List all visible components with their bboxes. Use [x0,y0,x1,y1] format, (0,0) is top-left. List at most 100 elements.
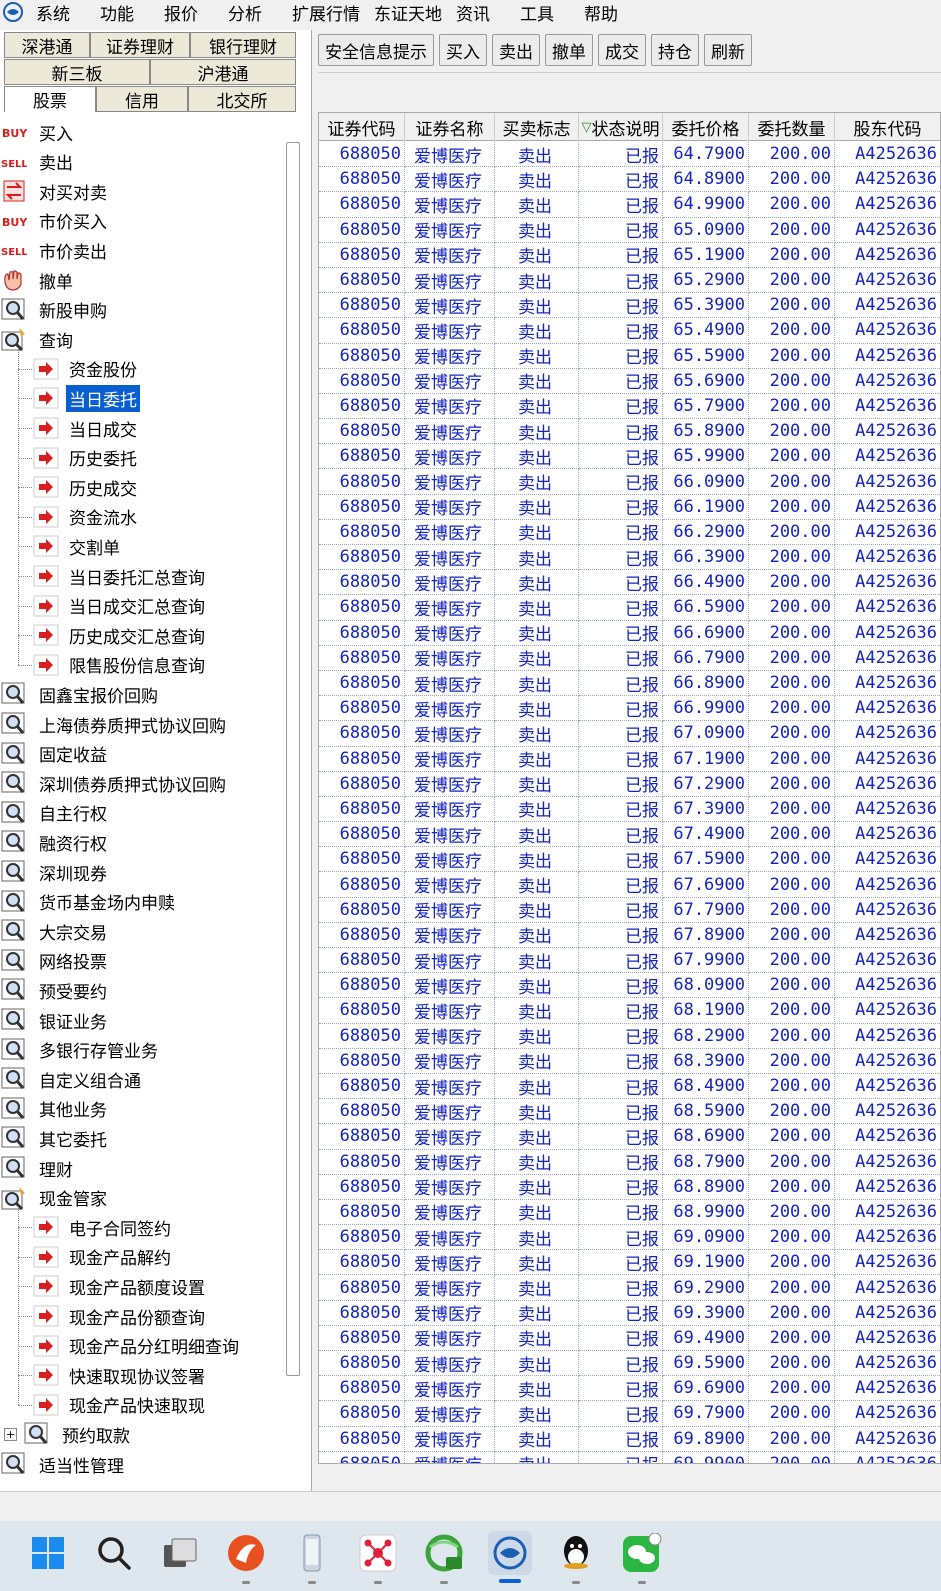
cancel-order-button[interactable]: 撤单 [545,34,593,66]
tree-item-middle-0[interactable]: 固鑫宝报价回购 [0,680,161,708]
tree-item-middle-14[interactable]: 其他业务 [0,1095,110,1123]
tree-item-cash-4[interactable]: 现金产品分红明细查询 [32,1332,242,1360]
tree-item-query-8[interactable]: 当日成交汇总查询 [32,592,208,620]
tree-item-top-1[interactable]: SELL 卖出 [0,148,76,176]
tree-item-query-3[interactable]: 历史委托 [32,444,140,472]
menu-quote[interactable]: 报价 [164,0,198,25]
tree-item-top-0[interactable]: BUY 买入 [0,118,76,146]
tree-item-query-6[interactable]: 交割单 [32,532,123,560]
table-row[interactable]: 688050 爱博医疗 卖出 已报 69.1900 200.00 A4252636 [319,1250,940,1276]
table-row[interactable]: 688050 爱博医疗 卖出 已报 65.7900 200.00 A4252636 [319,393,940,420]
task-view-icon[interactable] [158,1531,202,1575]
tree-item-cash-2[interactable]: 现金产品额度设置 [32,1272,208,1300]
tree-item-query-2[interactable]: 当日成交 [32,414,140,442]
table-row[interactable]: 688050 爱博医疗 卖出 已报 69.6900 200.00 A4252636 [319,1376,940,1402]
tree-item-cash-1[interactable]: 现金产品解约 [32,1243,174,1271]
table-row[interactable]: 688050 爱博医疗 卖出 已报 65.8900 200.00 A4252636 [319,419,940,445]
table-row[interactable]: 688050 爱博医疗 卖出 已报 66.5900 200.00 A4252636 [319,595,940,621]
tree-item-middle-4[interactable]: 自主行权 [0,799,110,827]
table-row[interactable]: 688050 爱博医疗 卖出 已报 69.8900 200.00 A4252636 [319,1426,940,1452]
tree-item-middle-5[interactable]: 融资行权 [0,828,110,856]
table-row[interactable]: 688050 爱博医疗 卖出 已报 67.8900 200.00 A4252636 [319,922,940,948]
tree-item-cash-6[interactable]: 现金产品快速取现 [32,1391,208,1419]
table-row[interactable]: 688050 爱博医疗 卖出 已报 65.0900 200.00 A4252636 [319,217,940,243]
positions-button[interactable]: 持仓 [651,34,699,66]
table-row[interactable]: 688050 爱博医疗 卖出 已报 68.6900 200.00 A4252636 [319,1124,940,1150]
expand-toggle-icon[interactable]: + [4,1427,17,1441]
filled-button[interactable]: 成交 [598,34,646,66]
menu-function[interactable]: 功能 [100,0,134,25]
table-row[interactable]: 688050 爱博医疗 卖出 已报 68.3900 200.00 A4252636 [319,1048,940,1074]
windows-start-icon[interactable] [26,1531,70,1575]
tree-item-query-1[interactable]: 当日委托 [32,384,140,412]
table-row[interactable]: 688050 爱博医疗 卖出 已报 69.7900 200.00 A4252636 [319,1401,940,1427]
tree-item-top-6[interactable]: 新股申购 [0,296,110,324]
tree-item-middle-17[interactable]: 现金管家 [0,1184,110,1212]
wechat-icon[interactable] [620,1531,664,1575]
table-row[interactable]: 688050 爱博医疗 卖出 已报 69.2900 200.00 A4252636 [319,1275,940,1301]
tab-shenzhen-hk[interactable]: 深港通 [4,32,90,58]
tree-item-query-7[interactable]: 当日委托汇总查询 [32,562,208,590]
menu-help[interactable]: 帮助 [584,0,618,25]
table-row[interactable]: 688050 爱博医疗 卖出 已报 67.9900 200.00 A4252636 [319,948,940,974]
col-header-name[interactable]: 证券名称 [405,113,495,141]
tree-item-middle-12[interactable]: 多银行存管业务 [0,1036,161,1064]
table-row[interactable]: 688050 爱博医疗 卖出 已报 68.9900 200.00 A4252636 [319,1199,940,1226]
tree-item-middle-1[interactable]: 上海债券质押式协议回购 [0,710,229,738]
tab-bank-finance[interactable]: 银行理财 [190,32,296,58]
tree-item-query-10[interactable]: 限售股份信息查询 [32,651,208,679]
table-row[interactable]: 688050 爱博医疗 卖出 已报 69.5900 200.00 A4252636 [319,1351,940,1377]
col-header-code[interactable]: 证券代码 [319,113,405,141]
menu-tools[interactable]: 工具 [520,0,554,25]
table-row[interactable]: 688050 爱博医疗 卖出 已报 66.9900 200.00 A4252636 [319,696,940,722]
tree-item-query-5[interactable]: 资金流水 [32,503,140,531]
tree-item-middle-10[interactable]: 预受要约 [0,976,110,1004]
tab-stock[interactable]: 股票 [4,86,96,112]
tab-beijing-exchange[interactable]: 北交所 [188,86,296,112]
phone-icon[interactable] [290,1531,334,1575]
table-row[interactable]: 688050 爱博医疗 卖出 已报 67.7900 200.00 A4252636 [319,897,940,923]
table-row[interactable]: 688050 爱博医疗 卖出 已报 68.1900 200.00 A4252636 [319,998,940,1024]
table-row[interactable]: 688050 爱博医疗 卖出 已报 65.4900 200.00 A4252636 [319,318,940,344]
table-row[interactable]: 688050 爱博医疗 卖出 已报 64.7900 200.00 A4252636 [319,142,940,168]
buy-button[interactable]: 买入 [439,34,487,66]
menu-analysis[interactable]: 分析 [228,0,262,25]
left-scrollbar[interactable] [286,142,300,1376]
table-row[interactable]: 688050 爱博医疗 卖出 已报 67.1900 200.00 A4252636 [319,746,940,772]
table-row[interactable]: 688050 爱博医疗 卖出 已报 66.6900 200.00 A4252636 [319,620,940,646]
refresh-button[interactable]: 刷新 [704,34,752,66]
table-row[interactable]: 688050 爱博医疗 卖出 已报 66.2900 200.00 A4252636 [319,519,940,545]
tree-item-query-9[interactable]: 历史成交汇总查询 [32,621,208,649]
tree-item-top-3[interactable]: BUY 市价买入 [0,207,110,235]
mindmap-icon[interactable] [356,1531,400,1575]
table-row[interactable]: 688050 爱博医疗 卖出 已报 65.6900 200.00 A4252636 [319,368,940,394]
table-row[interactable]: 688050 爱博医疗 卖出 已报 67.5900 200.00 A4252636 [319,847,940,873]
tree-item-query-4[interactable]: 历史成交 [32,473,140,501]
table-row[interactable]: 688050 爱博医疗 卖出 已报 69.0900 200.00 A4252636 [319,1225,940,1251]
table-row[interactable]: 688050 爱博医疗 卖出 已报 67.2900 200.00 A4252636 [319,771,940,797]
col-header-account[interactable]: 股东代码 [835,113,940,141]
menu-system[interactable]: 系统 [36,0,70,25]
table-row[interactable]: 688050 爱博医疗 卖出 已报 67.0900 200.00 A4252636 [319,721,940,747]
table-row[interactable]: 688050 爱博医疗 卖出 已报 69.4900 200.00 A4252636 [319,1325,940,1351]
tree-item-middle-9[interactable]: 网络投票 [0,947,110,975]
table-row[interactable]: 688050 爱博医疗 卖出 已报 66.7900 200.00 A4252636 [319,645,940,671]
table-row[interactable]: 688050 爱博医疗 卖出 已报 68.8900 200.00 A4252636 [319,1174,940,1200]
tree-item-cash-0[interactable]: 电子合同签约 [32,1213,174,1241]
dongzheng-app-icon[interactable] [488,1531,532,1575]
table-row[interactable]: 688050 爱博医疗 卖出 已报 66.4900 200.00 A4252636 [319,570,940,596]
table-row[interactable]: 688050 爱博医疗 卖出 已报 67.4900 200.00 A4252636 [319,822,940,848]
table-row[interactable]: 688050 爱博医疗 卖出 已报 65.5900 200.00 A4252636 [319,343,940,369]
tab-shanghai-hk[interactable]: 沪港通 [150,59,296,85]
tree-item-cash-3[interactable]: 现金产品份额查询 [32,1302,208,1330]
table-row[interactable]: 688050 爱博医疗 卖出 已报 66.1900 200.00 A4252636 [319,494,940,520]
tree-item-middle-16[interactable]: 理财 [0,1154,76,1182]
table-row[interactable]: 688050 爱博医疗 卖出 已报 64.8900 200.00 A4252636 [319,167,940,193]
tab-securities-finance[interactable]: 证券理财 [90,32,190,58]
table-row[interactable]: 688050 爱博医疗 卖出 已报 66.8900 200.00 A4252636 [319,670,940,697]
table-row[interactable]: 688050 爱博医疗 卖出 已报 68.2900 200.00 A4252636 [319,1023,940,1049]
tree-item-cash-5[interactable]: 快速取现协议签署 [32,1361,208,1389]
table-row[interactable]: 688050 爱博医疗 卖出 已报 65.9900 200.00 A4252636 [319,444,940,470]
sell-button[interactable]: 卖出 [492,34,540,66]
tree-item-query-0[interactable]: 资金股份 [32,355,140,383]
